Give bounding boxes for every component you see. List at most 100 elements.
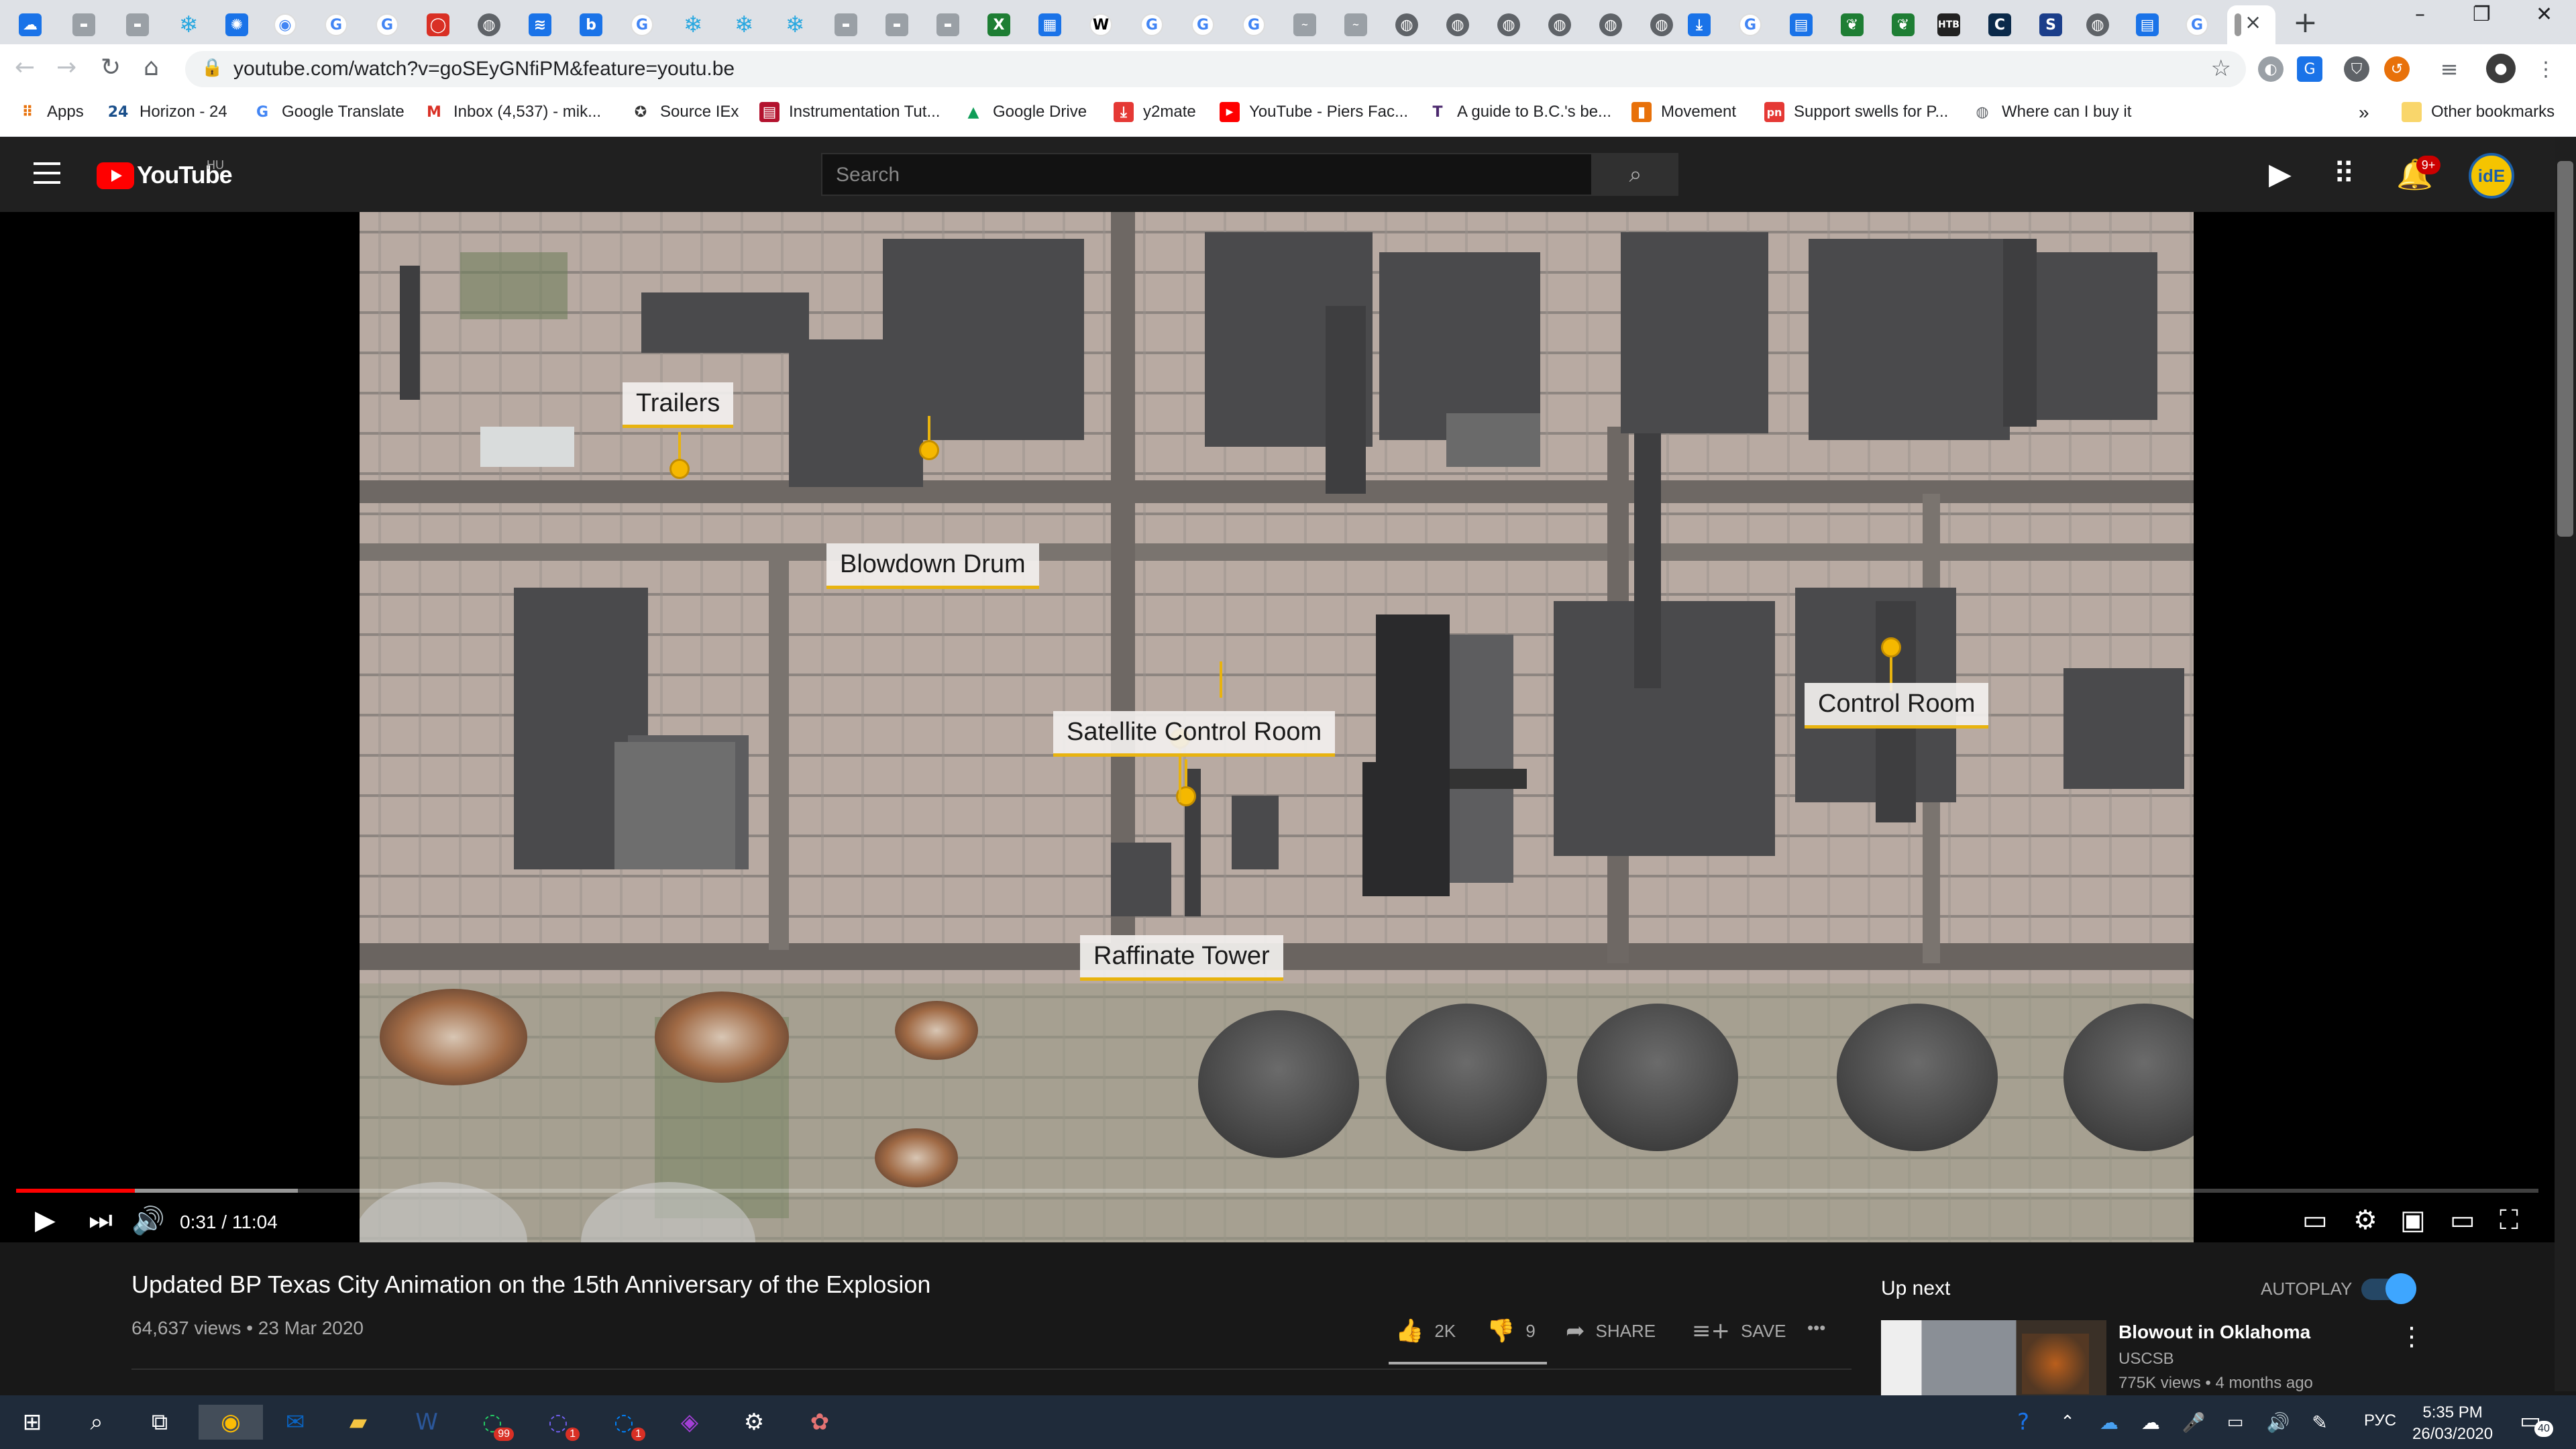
tab-google-4[interactable]: G <box>1127 5 1177 44</box>
reading-list-icon[interactable]: ≡ <box>2436 56 2462 82</box>
taskbar-app[interactable]: ◈ <box>672 1405 707 1440</box>
create-video-icon[interactable]: ▶ <box>2269 157 2292 191</box>
tab-gray-1[interactable]: ~ <box>1280 5 1330 44</box>
tab-globe-5[interactable]: ◍ <box>1535 5 1585 44</box>
bookmark-google-translate[interactable]: G Google Translate <box>252 102 405 122</box>
taskbar-outlook[interactable]: ✉ <box>278 1405 313 1440</box>
theater-mode-icon[interactable]: ▭ <box>2450 1205 2475 1236</box>
control-room-pin[interactable] <box>1881 637 1901 657</box>
taskbar-paint[interactable]: ✿ <box>802 1405 837 1440</box>
translate-extension-icon[interactable]: G <box>2297 56 2322 82</box>
forward-arrow-icon[interactable]: → <box>56 54 76 81</box>
help-icon[interactable]: ? <box>2006 1405 2041 1440</box>
orange-extension-icon[interactable]: ↺ <box>2384 56 2410 82</box>
tab-excel[interactable]: X <box>974 5 1024 44</box>
tab-htb[interactable]: HTB <box>1924 5 1974 44</box>
tab-chrome[interactable]: ◉ <box>260 5 310 44</box>
restore-button[interactable]: ❐ <box>2473 3 2491 26</box>
recommended-menu-icon[interactable]: ⋮ <box>2399 1322 2424 1351</box>
bookmark-horizon[interactable]: 24 Horizon - 24 <box>106 102 227 122</box>
settings-gear-icon[interactable]: ⚙ <box>2353 1205 2377 1236</box>
profile-avatar[interactable]: ● <box>2486 54 2516 83</box>
bookmark-y2mate[interactable]: ⤓ y2mate <box>1114 102 1196 122</box>
tab-chat[interactable]: ◯ <box>413 5 463 44</box>
tab-globe-1[interactable]: ◍ <box>464 5 514 44</box>
bookmark-star-icon[interactable]: ☆ <box>2211 55 2231 82</box>
bookmark-instrumentation[interactable]: ▤ Instrumentation Tut... <box>759 102 940 122</box>
trailers-pin[interactable] <box>669 459 690 479</box>
tab-bsx-3[interactable]: ▬ <box>821 5 871 44</box>
dislike-button[interactable]: 👎 9 <box>1487 1318 1536 1344</box>
search-input[interactable]: Search <box>821 153 1593 196</box>
bookmark-movement[interactable]: ▮ Movement <box>1631 102 1736 122</box>
youtube-logo-icon[interactable] <box>97 162 134 189</box>
show-hidden-icons[interactable]: ⌃ <box>2050 1405 2085 1440</box>
recommended-channel[interactable]: USCSB <box>2118 1350 2174 1368</box>
tab-bsx-2[interactable]: ▬ <box>113 5 162 44</box>
tab-google-5[interactable]: G <box>1178 5 1228 44</box>
tab-skype[interactable]: S <box>2026 5 2076 44</box>
blowdown-pin[interactable] <box>919 440 939 460</box>
tab-globe-6[interactable]: ◍ <box>1586 5 1635 44</box>
apps-grid-icon[interactable]: ⠿ <box>2333 157 2355 191</box>
tab-gray-2[interactable]: ~ <box>1331 5 1381 44</box>
onedrive-personal-icon[interactable]: ☁ <box>2133 1405 2168 1440</box>
tab-google-7[interactable]: G <box>1725 5 1775 44</box>
recommended-thumbnail[interactable] <box>1881 1320 2106 1395</box>
tab-dark-box[interactable]: ▦ <box>1025 5 1075 44</box>
tab-download[interactable]: ⤓ <box>1674 5 1724 44</box>
tab-snowflake-3[interactable]: ❄ <box>719 5 769 44</box>
pen-icon[interactable]: ✎ <box>2302 1405 2337 1440</box>
windows-start-icon[interactable]: ⊞ <box>15 1405 50 1440</box>
taskbar-messenger[interactable]: ◌ 1 <box>606 1405 645 1441</box>
tab-wikipedia[interactable]: W <box>1076 5 1126 44</box>
account-avatar[interactable]: idE <box>2469 153 2514 199</box>
progress-bar[interactable] <box>16 1189 2538 1193</box>
subtitles-icon[interactable]: ▭ <box>2302 1205 2328 1236</box>
bookmark-support-swells[interactable]: pn Support swells for P... <box>1764 102 1948 122</box>
home-icon[interactable]: ⌂ <box>144 54 159 81</box>
reload-icon[interactable]: ↻ <box>101 54 121 81</box>
tab-google-1[interactable]: G <box>311 5 361 44</box>
new-tab-button[interactable]: + <box>2293 5 2318 40</box>
bookmark-bc-guide[interactable]: T A guide to B.C.'s be... <box>1428 102 1611 122</box>
tab-google-2[interactable]: G <box>362 5 412 44</box>
play-icon[interactable]: ▶ <box>35 1205 56 1236</box>
taskbar-whatsapp[interactable]: ◌ 99 <box>475 1405 514 1441</box>
tab-google-8[interactable]: G <box>2172 5 2222 44</box>
miniplayer-icon[interactable]: ▣ <box>2400 1205 2426 1236</box>
other-bookmarks[interactable]: Other bookmarks <box>2402 102 2555 122</box>
video-frame[interactable]: Trailers Blowdown Drum Satellite Control… <box>360 212 2194 1242</box>
clock[interactable]: 5:35 PM 26/03/2020 <box>2412 1402 2493 1445</box>
fullscreen-icon[interactable]: ⛶ <box>2500 1205 2518 1236</box>
input-language[interactable]: РУС <box>2364 1411 2396 1430</box>
tab-pinwheel[interactable]: ✺ <box>212 5 262 44</box>
tab-box[interactable]: b <box>566 5 616 44</box>
tab-globe-8[interactable]: ◍ <box>2073 5 2123 44</box>
hamburger-menu-icon[interactable] <box>34 162 60 186</box>
minimize-button[interactable]: – <box>2415 3 2425 26</box>
tab-globe-2[interactable]: ◍ <box>1382 5 1432 44</box>
volume-icon[interactable]: 🔊 <box>131 1205 165 1236</box>
onedrive-icon[interactable]: ☁ <box>2092 1405 2127 1440</box>
taskbar-viber[interactable]: ◌ 1 <box>541 1405 580 1441</box>
address-bar[interactable]: 🔒 youtube.com/watch?v=goSEyGNfiPM&featur… <box>185 51 2246 87</box>
volume-icon[interactable]: 🔊 <box>2261 1405 2296 1440</box>
tab-leaf-2[interactable]: ❦ <box>1878 5 1928 44</box>
tab-snowflake-2[interactable]: ❄ <box>668 5 718 44</box>
next-icon[interactable]: ⏭ <box>89 1205 113 1236</box>
bookmark-inbox[interactable]: M Inbox (4,537) - mik... <box>424 102 601 122</box>
tab-leaf-1[interactable]: ❦ <box>1827 5 1877 44</box>
taskbar-word[interactable]: W <box>409 1405 444 1440</box>
url-text[interactable]: youtube.com/watch?v=goSEyGNfiPM&feature=… <box>233 58 735 80</box>
tab-snowflake-1[interactable]: ❄ <box>164 5 213 44</box>
bookmark-google-drive[interactable]: ▲ Google Drive <box>963 102 1087 122</box>
share-button[interactable]: ➦ SHARE <box>1566 1318 1656 1344</box>
bookmark-apps[interactable]: ⠿ Apps <box>17 102 83 122</box>
tab-bsx-5[interactable]: ▬ <box>923 5 973 44</box>
more-actions-button[interactable]: ••• <box>1807 1318 1825 1338</box>
tab-globe-4[interactable]: ◍ <box>1484 5 1534 44</box>
tab-blue-dark[interactable]: C <box>1975 5 2025 44</box>
shield-extension-icon[interactable]: ⛉ <box>2344 56 2369 82</box>
taskbar-explorer[interactable]: ▰ <box>341 1405 376 1440</box>
